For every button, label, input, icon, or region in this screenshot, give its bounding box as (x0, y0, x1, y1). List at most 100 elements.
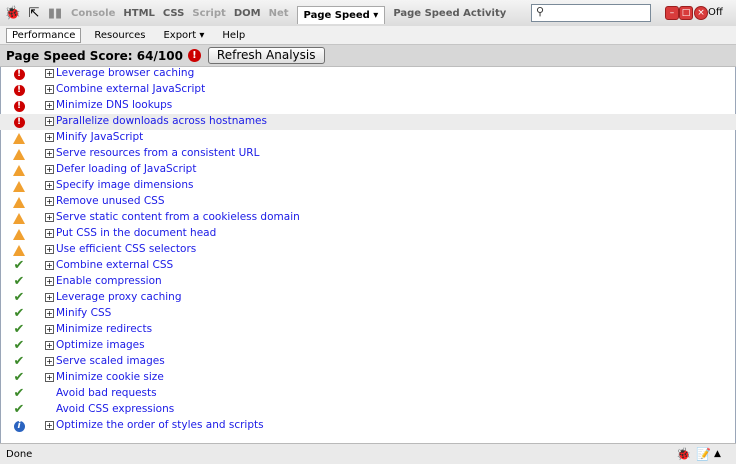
rule-label[interactable]: Minify JavaScript (56, 131, 143, 143)
expand-icon[interactable]: + (45, 197, 54, 206)
rule-label[interactable]: Avoid CSS expressions (56, 403, 174, 415)
rule-row[interactable]: + Put CSS in the document head (0, 226, 736, 242)
rule-label[interactable]: Combine external CSS (56, 259, 173, 271)
rule-label[interactable]: Minimize redirects (56, 323, 152, 335)
rule-label[interactable]: Serve resources from a consistent URL (56, 147, 259, 159)
expand-icon[interactable]: + (45, 357, 54, 366)
detach-icon[interactable]: □ (679, 6, 693, 20)
expand-icon[interactable]: + (45, 181, 54, 190)
rule-row[interactable]: ! + Parallelize downloads across hostnames (0, 114, 736, 130)
expand-icon[interactable]: + (45, 165, 54, 174)
rule-row[interactable]: + Specify image dimensions (0, 178, 736, 194)
expand-icon[interactable]: + (45, 133, 54, 142)
performance-button[interactable]: Performance (6, 27, 82, 43)
rule-label[interactable]: Leverage proxy caching (56, 291, 182, 303)
minimize-icon[interactable]: – (665, 6, 679, 20)
rule-row[interactable]: ✔ Avoid CSS expressions (0, 402, 736, 418)
rule-row[interactable]: + Use efficient CSS selectors (0, 242, 736, 258)
inspect-icon[interactable]: ⇱ (26, 5, 42, 21)
expand-icon[interactable]: + (45, 293, 54, 302)
expand-icon[interactable]: + (45, 85, 54, 94)
rule-label[interactable]: Specify image dimensions (56, 179, 193, 191)
refresh-analysis-button[interactable]: Refresh Analysis (207, 47, 325, 64)
expand-icon[interactable]: + (45, 421, 54, 430)
off-label[interactable]: Off (708, 7, 723, 18)
expand-icon[interactable]: + (45, 245, 54, 254)
expand-icon[interactable]: + (45, 341, 54, 350)
expand-icon[interactable]: + (45, 69, 54, 78)
rule-label[interactable]: Serve scaled images (56, 355, 165, 367)
rule-label[interactable]: Combine external JavaScript (56, 83, 205, 95)
help-menu[interactable]: Help (217, 29, 250, 42)
rule-row[interactable]: i + Optimize the order of styles and scrip… (0, 418, 736, 434)
rule-row[interactable]: + Serve static content from a cookieless … (0, 210, 736, 226)
expand-icon[interactable]: + (45, 373, 54, 382)
close-icon[interactable]: × (694, 6, 708, 20)
tab-html[interactable]: HTML (123, 8, 155, 19)
status-bar: Done 🐞 📝 ▲ (0, 443, 736, 464)
tab-console[interactable]: Console (71, 8, 115, 19)
rule-row[interactable]: ✔ + Combine external CSS (0, 258, 736, 274)
rule-row[interactable]: ✔ + Enable compression (0, 274, 736, 290)
rule-row[interactable]: + Serve resources from a consistent URL (0, 146, 736, 162)
rule-row[interactable]: ✔ + Minify CSS (0, 306, 736, 322)
tab-dom[interactable]: DOM (234, 8, 261, 19)
search-input[interactable]: ⚲ (531, 4, 651, 22)
check-icon: ✔ (13, 291, 25, 304)
expand-icon[interactable]: + (45, 229, 54, 238)
rule-row[interactable]: ✔ + Minimize cookie size (0, 370, 736, 386)
expand-icon[interactable]: + (45, 277, 54, 286)
firebug-status-icon[interactable]: 🐞 (676, 447, 691, 461)
expand-icon[interactable]: + (45, 309, 54, 318)
tab-page-speed[interactable]: Page Speed ▾ (296, 6, 386, 24)
export-menu[interactable]: Export ▾ (158, 29, 209, 42)
rule-row[interactable]: + Remove unused CSS (0, 194, 736, 210)
tab-page-speed-activity[interactable]: Page Speed Activity (393, 8, 506, 19)
tab-script[interactable]: Script (192, 8, 225, 19)
rule-label[interactable]: Enable compression (56, 275, 162, 287)
rule-label[interactable]: Optimize images (56, 339, 145, 351)
rule-label[interactable]: Put CSS in the document head (56, 227, 216, 239)
tab-net[interactable]: Net (269, 8, 289, 19)
rule-label[interactable]: Minimize cookie size (56, 371, 164, 383)
rule-label[interactable]: Avoid bad requests (56, 387, 157, 399)
warning-icon (13, 164, 25, 176)
expand-icon[interactable]: + (45, 213, 54, 222)
rule-label[interactable]: Minify CSS (56, 307, 111, 319)
tab-css[interactable]: CSS (163, 8, 184, 19)
rule-row[interactable]: ✔ + Optimize images (0, 338, 736, 354)
check-icon: ✔ (13, 339, 25, 352)
rule-row[interactable]: ✔ + Serve scaled images (0, 354, 736, 370)
rule-label[interactable]: Leverage browser caching (56, 67, 194, 79)
rule-label[interactable]: Optimize the order of styles and scripts (56, 419, 264, 431)
page-speed-status-icon[interactable]: 📝 (696, 447, 711, 461)
error-icon-glyph: ! (13, 100, 25, 112)
pause-icon[interactable]: ▮▮ (47, 5, 63, 21)
expand-icon[interactable]: + (45, 261, 54, 270)
firebug-icon[interactable]: 🐞 (5, 5, 21, 21)
rule-row[interactable]: ✔ + Leverage proxy caching (0, 290, 736, 306)
check-icon-glyph: ✔ (13, 370, 25, 385)
resources-button[interactable]: Resources (89, 29, 150, 42)
page-speed-score: Page Speed Score: 64/100 (6, 48, 183, 63)
check-icon-glyph: ✔ (13, 386, 25, 401)
rule-row[interactable]: + Minify JavaScript (0, 130, 736, 146)
rule-label[interactable]: Defer loading of JavaScript (56, 163, 196, 175)
rule-row[interactable]: ✔ + Minimize redirects (0, 322, 736, 338)
rule-row[interactable]: ! + Leverage browser caching (0, 66, 736, 82)
status-text: Done (6, 448, 33, 460)
rule-row[interactable]: ✔ Avoid bad requests (0, 386, 736, 402)
expand-icon[interactable]: + (45, 101, 54, 110)
expand-icon[interactable]: + (45, 325, 54, 334)
rule-label[interactable]: Serve static content from a cookieless d… (56, 211, 300, 223)
rule-label[interactable]: Minimize DNS lookups (56, 99, 172, 111)
rule-label[interactable]: Use efficient CSS selectors (56, 243, 196, 255)
rule-label[interactable]: Parallelize downloads across hostnames (56, 115, 267, 127)
rule-label[interactable]: Remove unused CSS (56, 195, 165, 207)
rule-row[interactable]: + Defer loading of JavaScript (0, 162, 736, 178)
expand-icon[interactable]: + (45, 149, 54, 158)
expand-icon[interactable]: + (45, 117, 54, 126)
rule-row[interactable]: ! + Minimize DNS lookups (0, 98, 736, 114)
rule-row[interactable]: ! + Combine external JavaScript (0, 82, 736, 98)
expand-up-icon[interactable]: ▲ (714, 449, 721, 459)
